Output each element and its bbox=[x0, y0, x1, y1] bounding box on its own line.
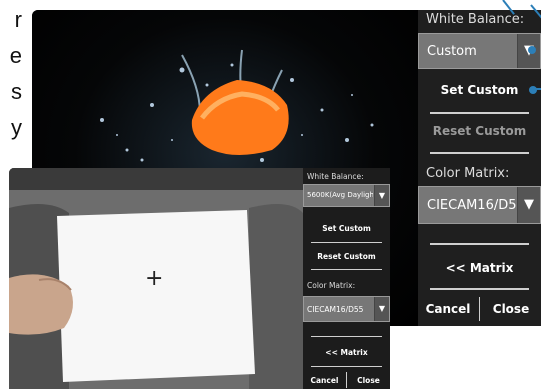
color-matrix-value: CIECAM16/D55 bbox=[427, 198, 525, 213]
cancel-button[interactable]: Cancel bbox=[303, 376, 346, 385]
divider bbox=[430, 288, 529, 290]
cropped-text-column: r e s y bbox=[0, 2, 22, 146]
chevron-down-icon: ▼ bbox=[517, 187, 540, 223]
settings-panel: White Balance: 5600K(Avg Daylight) ▼ Set… bbox=[303, 168, 390, 389]
set-custom-button[interactable]: Set Custom bbox=[418, 83, 541, 97]
callout-dot bbox=[529, 86, 537, 94]
color-matrix-select[interactable]: CIECAM16/D55 ▼ bbox=[303, 296, 390, 322]
matrix-toggle-button[interactable]: << Matrix bbox=[418, 261, 541, 275]
white-balance-label: White Balance: bbox=[426, 12, 525, 27]
white-balance-select[interactable]: Custom ▼ bbox=[418, 33, 541, 69]
close-button[interactable]: Close bbox=[347, 376, 390, 385]
chevron-down-icon: ▼ bbox=[374, 297, 389, 321]
divider bbox=[430, 243, 529, 245]
text-fragment: r bbox=[14, 7, 22, 32]
divider bbox=[311, 269, 382, 270]
cancel-button[interactable]: Cancel bbox=[418, 302, 478, 316]
reset-custom-button[interactable]: Reset Custom bbox=[418, 124, 541, 138]
white-balance-select[interactable]: 5600K(Avg Daylight) ▼ bbox=[303, 184, 390, 207]
divider bbox=[479, 297, 480, 321]
color-matrix-value: CIECAM16/D55 bbox=[307, 305, 364, 314]
crosshair-icon: + bbox=[145, 266, 164, 291]
divider bbox=[311, 242, 382, 243]
divider bbox=[311, 336, 382, 337]
text-fragment: e bbox=[9, 43, 22, 68]
matrix-toggle-button[interactable]: << Matrix bbox=[303, 348, 390, 357]
close-button[interactable]: Close bbox=[481, 302, 541, 316]
divider bbox=[430, 112, 529, 114]
color-matrix-select[interactable]: CIECAM16/D55 ▼ bbox=[418, 186, 541, 224]
reset-custom-button[interactable]: Reset Custom bbox=[303, 252, 390, 261]
settings-panel: White Balance: Custom ▼ Set Custom Reset… bbox=[418, 10, 541, 326]
set-custom-button[interactable]: Set Custom bbox=[303, 224, 390, 233]
camera-preview: + bbox=[9, 168, 303, 389]
divider bbox=[311, 366, 382, 367]
color-matrix-label: Color Matrix: bbox=[426, 166, 510, 181]
small-camera-screenshot: + White Balance: 5600K(Avg Daylight) ▼ S… bbox=[9, 168, 390, 389]
white-balance-value: Custom bbox=[427, 44, 477, 59]
chevron-down-icon: ▼ bbox=[374, 185, 389, 206]
divider bbox=[430, 152, 529, 154]
color-matrix-label: Color Matrix: bbox=[307, 281, 356, 290]
white-balance-label: White Balance: bbox=[307, 172, 364, 181]
callout-dot bbox=[528, 46, 536, 54]
white-balance-value: 5600K(Avg Daylight) bbox=[307, 191, 373, 199]
text-fragment: s bbox=[11, 79, 22, 104]
text-fragment: y bbox=[11, 115, 22, 140]
